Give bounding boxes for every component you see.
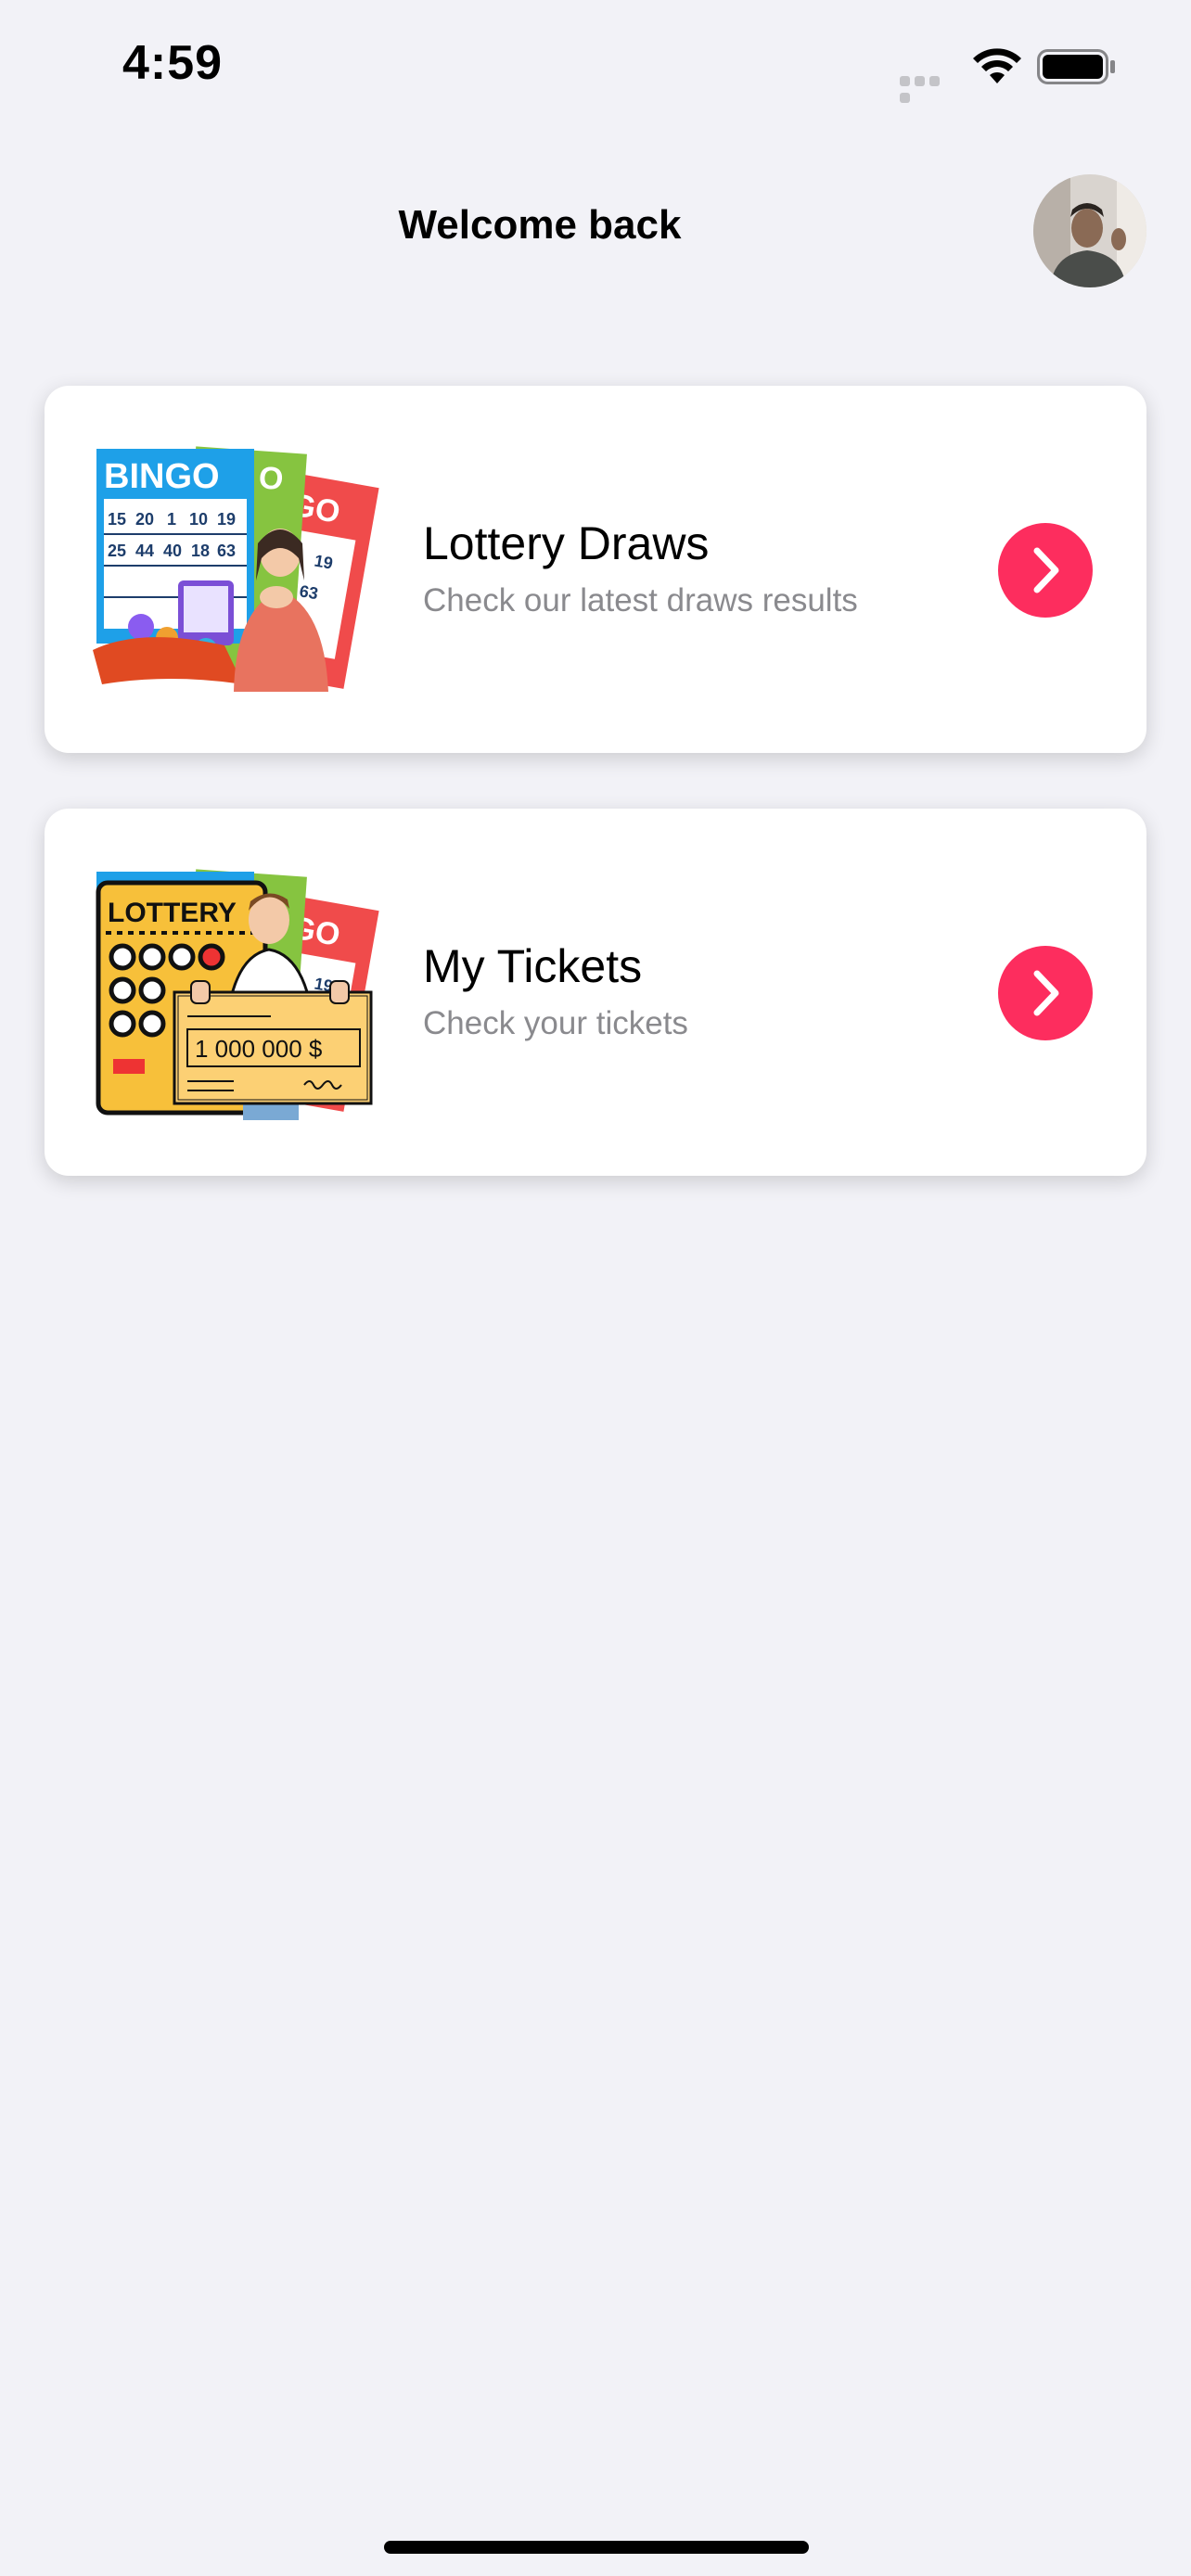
card-subtitle: Check your tickets (423, 1005, 688, 1041)
illustration-text: 20 (135, 510, 154, 529)
user-avatar[interactable] (1033, 174, 1146, 287)
illustration-text: 40 (163, 542, 182, 560)
illustration-text: 44 (135, 542, 154, 560)
open-lottery-draws-button[interactable] (998, 523, 1093, 618)
page-title: Welcome back (398, 202, 682, 248)
illustration-text: 25 (108, 542, 126, 560)
status-time: 4:59 (122, 36, 224, 90)
illustration-text: 19 (313, 551, 334, 572)
wifi-icon (973, 48, 1021, 83)
avatar-photo-icon (1033, 174, 1146, 287)
illustration-text: 15 (108, 510, 126, 529)
illustration-text: 1 (167, 510, 176, 529)
chevron-right-icon (1033, 547, 1059, 593)
card-subtitle: Check our latest draws results (423, 582, 858, 618)
lottery-draws-card[interactable]: GO 19 63 O BINGO 15 20 1 10 19 25 44 40 … (45, 386, 1146, 753)
home-indicator[interactable] (384, 2541, 809, 2554)
illustration-text: 1 000 000 $ (195, 1035, 323, 1063)
battery-full-icon (1037, 49, 1115, 84)
illustration-text: 10 (189, 510, 208, 529)
cellular-signal-icon (900, 74, 957, 103)
chevron-right-icon (1033, 970, 1059, 1016)
status-bar: 4:59 (0, 0, 1191, 130)
open-my-tickets-button[interactable] (998, 946, 1093, 1040)
illustration-text: 19 (217, 510, 236, 529)
card-text: My Tickets Check your tickets (423, 938, 688, 1044)
my-tickets-card[interactable]: GO 19 LOTTERY 1 000 000 $ My Tickets Che… (45, 809, 1146, 1176)
illustration-text: O (258, 460, 285, 497)
lottery-winner-check-illustration: GO 19 LOTTERY 1 000 000 $ (96, 869, 379, 1120)
illustration-text: 18 (191, 542, 210, 560)
card-title: My Tickets (423, 940, 643, 992)
card-title: Lottery Draws (423, 517, 710, 569)
bingo-cards-illustration: GO 19 63 O BINGO 15 20 1 10 19 25 44 40 … (93, 446, 379, 692)
illustration-text: 63 (298, 581, 319, 603)
card-text: Lottery Draws Check our latest draws res… (423, 516, 858, 621)
illustration-text: BINGO (104, 457, 220, 496)
illustration-text: LOTTERY (108, 898, 237, 928)
illustration-text: 63 (217, 542, 236, 560)
